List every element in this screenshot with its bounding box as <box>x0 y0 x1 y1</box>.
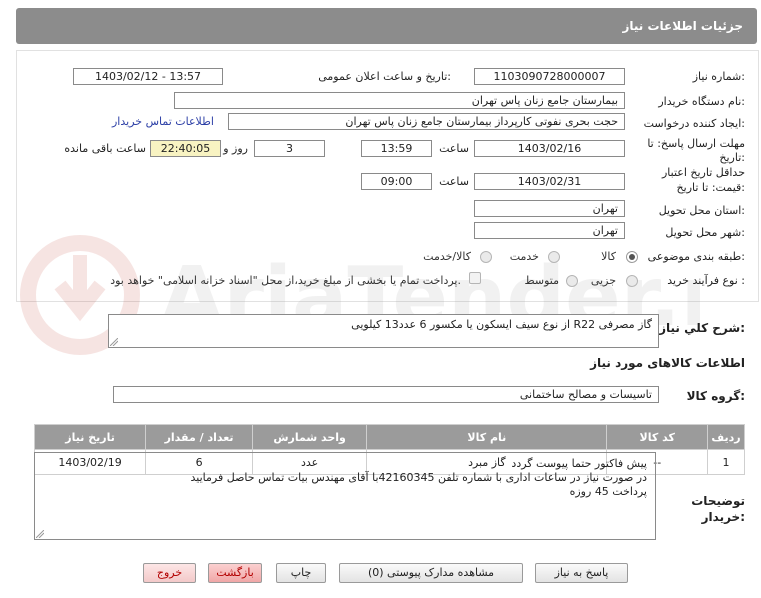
col-name: نام کالا <box>366 424 608 450</box>
resize-handle-icon[interactable] <box>36 530 44 538</box>
buyer-org-field: بیمارستان جامع زنان پاس تهران <box>174 92 625 109</box>
cell-row: 1 <box>706 449 746 475</box>
remaining-label: ساعت باقی مانده <box>64 142 146 155</box>
treasury-payment-note: پرداخت تمام یا بخشی از مبلغ خرید،از محل … <box>110 274 461 287</box>
view-attachments-button[interactable]: مشاهده مدارک پیوستی (0) <box>339 563 523 583</box>
summary-label: شرح کلي نياز: <box>659 321 745 335</box>
city-label: شهر محل تحویل: <box>665 226 745 239</box>
days-label: روز و <box>223 142 248 155</box>
city-field: تهران <box>474 222 625 239</box>
creator-label: ایجاد کننده درخواست: <box>643 117 745 130</box>
validity-date-field: 1403/02/31 <box>474 173 625 190</box>
category-option-service: خدمت <box>509 250 539 263</box>
category-radio-goods-service[interactable] <box>480 251 492 263</box>
goods-group-field: تاسیسات و مصالح ساختمانی <box>113 386 659 403</box>
need-number-label: شماره نیاز: <box>692 70 745 83</box>
validity-label-1: حداقل تاریخ اعتبار <box>661 166 745 179</box>
page-header: جزئیات اطلاعات نیاز <box>16 8 757 44</box>
summary-textarea[interactable]: گاز مصرفی R22 از نوع سیف ایسکون یا مکسور… <box>108 314 659 348</box>
goods-group-label: گروه کالا: <box>686 389 745 403</box>
buyer-org-label: نام دستگاه خریدار: <box>658 95 745 108</box>
process-option-medium: متوسط <box>524 274 559 287</box>
announce-label: تاریخ و ساعت اعلان عمومی: <box>318 70 451 83</box>
validity-label-2: قیمت: تا تاریخ: <box>676 181 745 194</box>
remaining-time-field: 22:40:05 <box>150 140 221 157</box>
category-radio-service[interactable] <box>548 251 560 263</box>
category-option-goods-service: کالا/خدمت <box>423 250 471 263</box>
deadline-time-field: 13:59 <box>361 140 432 157</box>
col-qty: تعداد / مقدار <box>145 424 253 450</box>
print-button[interactable]: چاپ <box>276 563 326 583</box>
buyer-notes-label-1: توضیحات <box>691 494 745 508</box>
category-radio-goods[interactable] <box>626 251 638 263</box>
need-number-field: 1103090728000007 <box>474 68 625 85</box>
validity-time-field: 09:00 <box>361 173 432 190</box>
exit-button[interactable]: خروج <box>143 563 196 583</box>
deadline-label-1: مهلت ارسال پاسخ: تا <box>647 137 745 150</box>
creator-field: حجت بحری نفوتی کارپرداز بیمارستان جامع ز… <box>228 113 625 130</box>
reply-button[interactable]: پاسخ به نیاز <box>535 563 628 583</box>
buyer-notes-line-2: در صورت نیاز در ساعات اداری با شماره تلف… <box>190 471 647 484</box>
process-label: نوع فرآیند خرید : <box>667 274 745 287</box>
process-radio-minor[interactable] <box>626 275 638 287</box>
province-field: تهران <box>474 200 625 217</box>
process-option-minor: جزیی <box>590 274 616 287</box>
buyer-notes-line-3: پرداخت 45 روزه <box>569 485 647 498</box>
process-radio-medium[interactable] <box>566 275 578 287</box>
buyer-notes-line-1: پیش فاکتور حتما پیوست گردد <box>511 457 647 470</box>
resize-handle-icon[interactable] <box>110 338 118 346</box>
buyer-contact-link[interactable]: اطلاعات تماس خریدار <box>112 115 214 128</box>
category-label: طبقه بندی موضوعی: <box>647 250 745 263</box>
col-unit: واحد شمارش <box>251 424 368 450</box>
goods-table-header: ردیف کد کالا نام کالا واحد شمارش تعداد /… <box>33 424 746 450</box>
treasury-checkbox[interactable] <box>469 272 481 284</box>
province-label: استان محل تحویل: <box>658 204 745 217</box>
page-title: جزئیات اطلاعات نیاز <box>622 19 743 33</box>
col-code: کد کالا <box>606 424 708 450</box>
col-date: تاریخ نیاز <box>33 424 147 450</box>
deadline-time-label: ساعت <box>439 142 469 155</box>
deadline-date-field: 1403/02/16 <box>474 140 625 157</box>
validity-time-label: ساعت <box>439 175 469 188</box>
category-option-goods: کالا <box>601 250 616 263</box>
buyer-notes-label-2: خریدار: <box>701 510 745 524</box>
days-field: 3 <box>254 140 325 157</box>
buyer-notes-textarea[interactable]: پیش فاکتور حتما پیوست گردد در صورت نیاز … <box>34 452 656 540</box>
announce-field: 1403/02/12 - 13:57 <box>73 68 223 85</box>
back-button[interactable]: بازگشت <box>208 563 262 583</box>
deadline-label-2: تاریخ: <box>719 151 745 164</box>
goods-section-title: اطلاعات کالاهای مورد نیاز <box>590 356 745 370</box>
col-row: ردیف <box>706 424 746 450</box>
